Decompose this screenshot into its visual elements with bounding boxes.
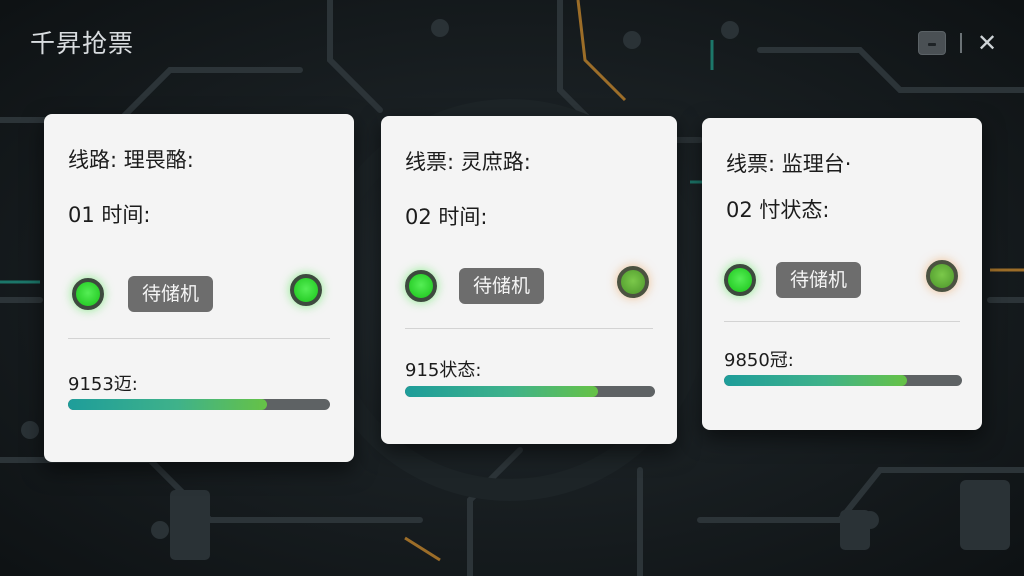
progress-fill [68, 399, 268, 410]
card-stat-label: 9850冠: [724, 350, 794, 371]
status-indicator-icon [617, 266, 649, 298]
route-card-1[interactable]: 线路: 理畏酪: 01 时间: 待储机 9153迈: [44, 114, 354, 462]
progress-bar [68, 399, 330, 410]
status-indicator-icon [290, 274, 322, 306]
window-controls: ✕ [918, 31, 998, 55]
card-info-label: 02 忖状态: [726, 198, 830, 222]
progress-bar [405, 386, 655, 397]
progress-fill [405, 386, 598, 397]
minimize-button[interactable] [918, 31, 946, 55]
status-indicator-icon [405, 270, 437, 302]
card-info-label: 01 时间: [68, 203, 151, 227]
status-badge-button[interactable]: 待储机 [459, 268, 545, 304]
status-indicator-icon [724, 264, 756, 296]
card-stat-label: 915状态: [405, 360, 482, 381]
card-info-label: 02 时间: [405, 205, 488, 229]
route-card-2[interactable]: 线票: 灵庶路: 02 时间: 待储机 915状态: [381, 116, 677, 444]
progress-bar [724, 375, 962, 386]
status-indicator-icon [926, 260, 958, 292]
controls-divider [960, 33, 962, 53]
app-title: 千昇抢票 [30, 29, 135, 58]
progress-fill [724, 375, 908, 386]
close-button[interactable]: ✕ [976, 31, 998, 55]
status-indicator-icon [72, 278, 104, 310]
card-divider [405, 328, 653, 329]
card-route-label: 线票: 灵庶路: [405, 150, 531, 174]
card-route-label: 线票: 监理台· [726, 152, 852, 176]
card-divider [68, 338, 330, 339]
route-card-3[interactable]: 线票: 监理台· 02 忖状态: 待储机 9850冠: [702, 118, 982, 430]
card-route-label: 线路: 理畏酪: [68, 148, 194, 172]
card-stat-label: 9153迈: [68, 374, 138, 395]
status-badge-button[interactable]: 待储机 [128, 276, 214, 312]
status-badge-button[interactable]: 待储机 [776, 262, 862, 298]
card-divider [724, 321, 960, 322]
